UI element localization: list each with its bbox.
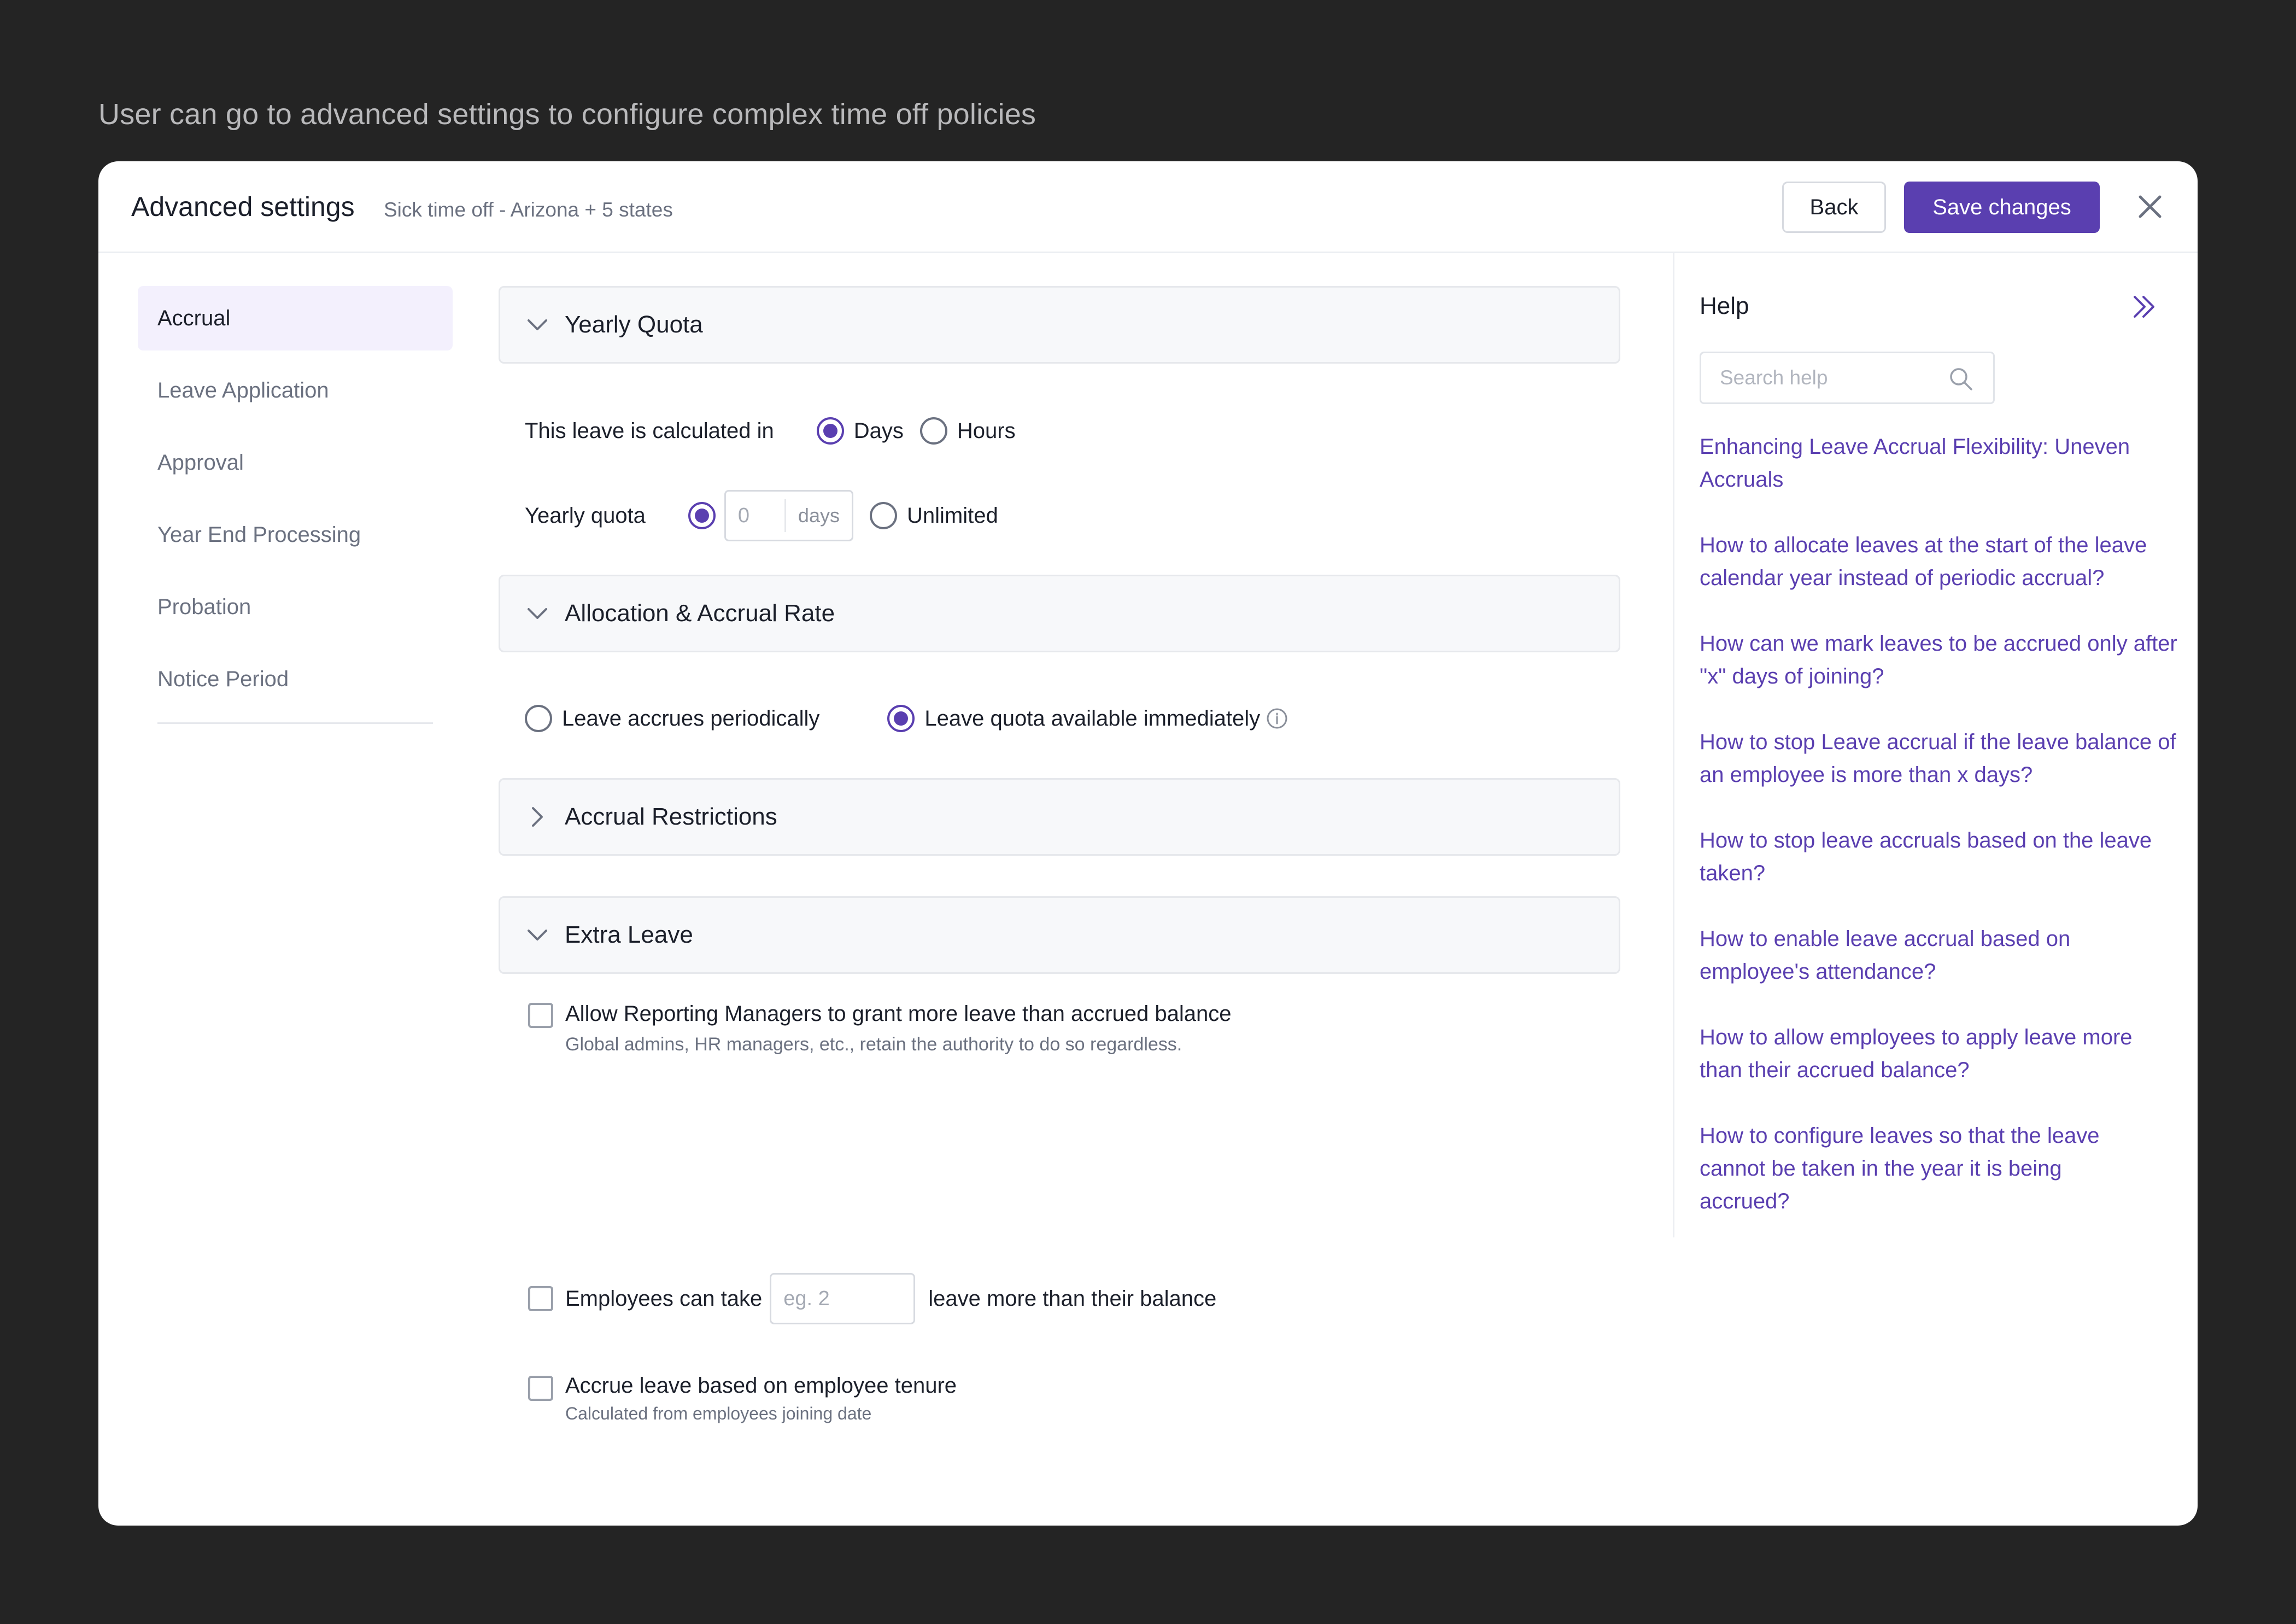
chevron-down-icon <box>521 597 554 630</box>
radio-accrues-periodically-label: Leave accrues periodically <box>562 706 820 731</box>
tenure-accrual-label: Accrue leave based on employee tenure <box>565 1374 957 1398</box>
radio-available-immediately[interactable] <box>887 705 915 732</box>
radio-hours-label: Hours <box>957 418 1016 443</box>
radio-accrues-periodically[interactable] <box>525 705 552 732</box>
modal-subtitle: Sick time off - Arizona + 5 states <box>384 198 673 221</box>
nav-item-probation[interactable]: Probation <box>138 575 453 639</box>
help-panel: Help Search help Enhancing Leave Accrual… <box>1673 253 2198 1237</box>
search-icon <box>1950 368 1972 390</box>
section-title: Allocation & Accrual Rate <box>565 600 835 627</box>
help-link[interactable]: How can we mark leaves to be accrued onl… <box>1700 627 2181 693</box>
radio-available-immediately-label: Leave quota available immediately <box>924 706 1261 731</box>
nav-divider <box>157 722 433 724</box>
help-link[interactable]: How to allocate leaves at the start of t… <box>1700 529 2181 594</box>
chevron-down-icon <box>521 919 554 951</box>
quota-days-input[interactable]: 0 days <box>724 490 853 541</box>
help-search-input[interactable]: Search help <box>1700 352 1995 404</box>
close-icon <box>2139 195 2162 218</box>
section-yearly-quota-header[interactable]: Yearly Quota <box>499 286 1620 364</box>
help-link[interactable]: How to enable leave accrual based on emp… <box>1700 922 2181 988</box>
chevron-down-icon <box>521 308 554 341</box>
close-button[interactable] <box>2133 190 2167 224</box>
calc-unit-label: This leave is calculated in <box>525 418 774 443</box>
help-link[interactable]: How to stop Leave accrual if the leave b… <box>1700 726 2181 791</box>
employees-can-take-checkbox[interactable] <box>528 1286 553 1311</box>
nav-item-accrual[interactable]: Accrual <box>138 286 453 350</box>
collapse-help-button[interactable] <box>2128 290 2161 323</box>
section-allocation-header[interactable]: Allocation & Accrual Rate <box>499 575 1620 652</box>
modal-title: Advanced settings <box>131 191 355 222</box>
radio-quota-value[interactable] <box>688 502 716 529</box>
nav-item-notice-period[interactable]: Notice Period <box>138 647 453 711</box>
section-title: Extra Leave <box>565 921 693 948</box>
grant-more-leave-option: Allow Reporting Managers to grant more l… <box>528 1002 1231 1055</box>
section-title: Accrual Restrictions <box>565 803 777 830</box>
radio-unlimited[interactable] <box>869 502 897 529</box>
employees-can-take-row: Employees can take eg. 2 leave more than… <box>528 1271 1216 1326</box>
grant-more-leave-checkbox[interactable] <box>528 1003 553 1028</box>
yearly-quota-row: Yearly quota 0 days Unlimited <box>525 488 998 543</box>
nav-item-year-end-processing[interactable]: Year End Processing <box>138 503 453 567</box>
page-caption: User can go to advanced settings to conf… <box>98 98 1036 131</box>
help-title: Help <box>1700 293 1749 319</box>
save-changes-button[interactable]: Save changes <box>1904 182 2100 233</box>
employees-can-take-prefix: Employees can take <box>565 1286 763 1311</box>
chevron-right-icon <box>521 801 554 833</box>
radio-hours[interactable] <box>919 417 947 445</box>
allocation-options-row: Leave accrues periodically Leave quota a… <box>525 699 1288 738</box>
help-link[interactable]: How to configure leaves so that the leav… <box>1700 1119 2137 1218</box>
quota-value: 0 <box>726 499 786 532</box>
tenure-accrual-checkbox[interactable] <box>528 1376 553 1401</box>
modal-header: Advanced settings Sick time off - Arizon… <box>98 161 2198 253</box>
info-icon[interactable] <box>1266 707 1288 730</box>
advanced-settings-modal: Advanced settings Sick time off - Arizon… <box>98 161 2198 1526</box>
section-title: Yearly Quota <box>565 311 703 338</box>
back-button[interactable]: Back <box>1782 182 1886 233</box>
nav-item-leave-application[interactable]: Leave Application <box>138 358 453 423</box>
section-restrictions-header[interactable]: Accrual Restrictions <box>499 778 1620 856</box>
calc-unit-row: This leave is calculated in Days Hours <box>525 412 1016 450</box>
employees-can-take-suffix: leave more than their balance <box>928 1286 1217 1311</box>
radio-unlimited-label: Unlimited <box>906 503 998 528</box>
extra-leave-days-input[interactable]: eg. 2 <box>770 1273 916 1324</box>
help-link[interactable]: How to allow employees to apply leave mo… <box>1700 1021 2181 1086</box>
tenure-accrual-desc: Calculated from employees joining date <box>565 1404 872 1423</box>
quota-unit: days <box>798 504 840 527</box>
yearly-quota-label: Yearly quota <box>525 503 646 528</box>
grant-more-leave-desc: Global admins, HR managers, etc., retain… <box>565 1034 1182 1055</box>
settings-nav: Accrual Leave Application Approval Year … <box>138 286 453 724</box>
help-link[interactable]: How to stop leave accruals based on the … <box>1700 824 2181 890</box>
section-extra-leave-header[interactable]: Extra Leave <box>499 896 1620 974</box>
tenure-accrual-option: Accrue leave based on employee tenure Ca… <box>528 1374 957 1424</box>
radio-days-label: Days <box>853 418 904 443</box>
help-search-placeholder: Search help <box>1720 366 1828 389</box>
radio-days[interactable] <box>816 417 844 445</box>
double-chevron-right-icon <box>2134 296 2154 318</box>
nav-item-approval[interactable]: Approval <box>138 430 453 495</box>
grant-more-leave-label: Allow Reporting Managers to grant more l… <box>565 1002 1232 1026</box>
help-link[interactable]: Enhancing Leave Accrual Flexibility: Une… <box>1700 430 2181 496</box>
